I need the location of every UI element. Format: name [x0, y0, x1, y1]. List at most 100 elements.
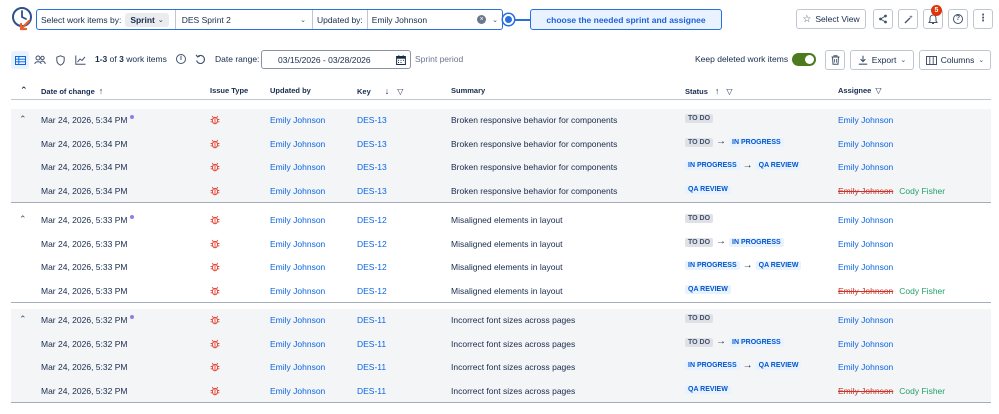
updated-by-link[interactable]: Emily Johnson — [270, 262, 325, 272]
chevron-down-icon: ⌄ — [978, 57, 985, 64]
table-row[interactable]: ⌃ Mar 24, 2026, 5:32 PM Emily Johnson DES-… — [11, 309, 991, 332]
assignee-link[interactable]: Emily Johnson — [838, 139, 893, 149]
status-from-badge: IN PROGRESS — [685, 161, 740, 170]
issue-key-link[interactable]: DES-12 — [357, 262, 387, 272]
share-button[interactable] — [873, 9, 893, 29]
updated-by-select[interactable]: Emily Johnson × ⌄ — [368, 10, 502, 29]
updated-by-link[interactable]: Emily Johnson — [270, 362, 325, 372]
refresh-icon[interactable] — [195, 54, 206, 65]
sprint-selector-chip[interactable]: Sprint ⌄ — [125, 12, 169, 27]
table-row[interactable]: Mar 24, 2026, 5:32 PM Emily Johnson DES-1… — [11, 380, 991, 403]
sort-down-icon[interactable]: ↓ — [385, 86, 390, 96]
updated-by-link[interactable]: Emily Johnson — [270, 186, 325, 196]
updated-by-link[interactable]: Emily Johnson — [270, 315, 325, 325]
status-to-badge: QA REVIEW — [755, 261, 802, 270]
date-cell: Mar 24, 2026, 5:33 PM — [41, 286, 127, 296]
table-row[interactable]: ⌃ Mar 24, 2026, 5:34 PM Emily Johnson DES-… — [11, 109, 991, 132]
assignee-link[interactable]: Emily Johnson — [838, 362, 893, 372]
collapse-group-icon[interactable]: ⌃ — [19, 114, 27, 125]
assignee-link[interactable]: Emily Johnson — [838, 215, 893, 225]
issue-key-link[interactable]: DES-13 — [357, 186, 387, 196]
count-suffix: work items — [126, 54, 167, 64]
column-header-date[interactable]: Date of change ↑ — [41, 86, 103, 96]
work-item-filter-bar: Select work items by: Sprint ⌄ DES Sprin… — [36, 9, 503, 30]
table-view-toggle[interactable] — [11, 51, 29, 69]
table-row[interactable]: Mar 24, 2026, 5:34 PM Emily Johnson DES-1… — [11, 156, 991, 179]
issue-key-link[interactable]: DES-13 — [357, 139, 387, 149]
issue-key-link[interactable]: DES-11 — [357, 339, 386, 349]
select-view-label: Select View — [815, 14, 860, 24]
table-row[interactable]: Mar 24, 2026, 5:33 PM Emily Johnson DES-1… — [11, 280, 991, 303]
magic-wand-button[interactable] — [898, 9, 918, 29]
updated-by-link[interactable]: Emily Johnson — [270, 215, 325, 225]
calendar-icon[interactable] — [396, 54, 406, 65]
assignee-link[interactable]: Emily Johnson — [838, 162, 893, 172]
table-row[interactable]: Mar 24, 2026, 5:33 PM Emily Johnson DES-1… — [11, 233, 991, 256]
column-header-assignee[interactable]: Assignee ▽ — [838, 86, 882, 95]
table-row[interactable]: Mar 24, 2026, 5:34 PM Emily Johnson DES-1… — [11, 180, 991, 203]
arrow-right-icon: → — [742, 159, 753, 171]
updated-by-link[interactable]: Emily Johnson — [270, 162, 325, 172]
assignee-link[interactable]: Emily Johnson — [838, 239, 893, 249]
updated-by-link[interactable]: Emily Johnson — [270, 386, 325, 396]
clear-icon[interactable]: × — [477, 15, 487, 24]
filter-icon[interactable]: ▽ — [397, 87, 403, 96]
table-row[interactable]: Mar 24, 2026, 5:32 PM Emily Johnson DES-1… — [11, 356, 991, 379]
table-row[interactable]: Mar 24, 2026, 5:34 PM Emily Johnson DES-1… — [11, 133, 991, 156]
sprint-select[interactable]: DES Sprint 2 ⌄ — [176, 10, 312, 29]
more-actions-button[interactable]: ⋮ — [973, 9, 993, 29]
sprint-period-link[interactable]: Sprint period — [415, 54, 463, 64]
updated-by-link[interactable]: Emily Johnson — [270, 139, 325, 149]
collapse-group-icon[interactable]: ⌃ — [19, 214, 27, 225]
keep-deleted-toggle[interactable] — [792, 53, 816, 66]
new-assignee[interactable]: Cody Fisher — [899, 286, 945, 296]
date-range-input[interactable]: 03/15/2026 - 03/28/2026 — [261, 50, 411, 69]
issue-key-link[interactable]: DES-11 — [357, 362, 386, 372]
table-row[interactable]: ⌃ Mar 24, 2026, 5:33 PM Emily Johnson DES-… — [11, 209, 991, 232]
column-header-key[interactable]: Key ↓ ▽ — [357, 86, 403, 96]
assignee-link[interactable]: Emily Johnson — [838, 315, 893, 325]
deleted-items-button[interactable] — [825, 50, 845, 70]
assignee-cell: Emily Johnson Cody Fisher — [838, 386, 945, 396]
select-view-button[interactable]: ☆ Select View — [796, 9, 866, 29]
assignee-link[interactable]: Emily Johnson — [838, 115, 893, 125]
updated-by-link[interactable]: Emily Johnson — [270, 286, 325, 296]
table-row[interactable]: Mar 24, 2026, 5:33 PM Emily Johnson DES-1… — [11, 256, 991, 279]
issue-key-link[interactable]: DES-12 — [357, 239, 387, 249]
collapse-all-icon[interactable]: ⌃ — [20, 85, 28, 96]
info-icon[interactable]: i — [176, 54, 186, 64]
status-from-badge: TO DO — [685, 337, 714, 347]
issue-key-link[interactable]: DES-13 — [357, 162, 387, 172]
updated-by-link[interactable]: Emily Johnson — [270, 239, 325, 249]
sort-up-icon[interactable]: ↑ — [99, 86, 104, 96]
new-assignee[interactable]: Cody Fisher — [899, 386, 945, 396]
filter-icon[interactable]: ▽ — [726, 87, 732, 96]
date-range-value: 03/15/2026 - 03/28/2026 — [278, 54, 371, 65]
new-assignee[interactable]: Cody Fisher — [899, 186, 945, 196]
assignee-link[interactable]: Emily Johnson — [838, 262, 893, 272]
trash-icon — [831, 55, 839, 65]
shield-view-toggle[interactable] — [51, 51, 69, 69]
table-header: ⌃ Date of change ↑ Issue Type Updated by… — [11, 82, 991, 100]
updated-by-link[interactable]: Emily Johnson — [270, 339, 325, 349]
column-header-status[interactable]: Status ↑ ▽ — [685, 86, 733, 96]
chart-view-toggle[interactable] — [71, 51, 89, 69]
people-view-toggle[interactable] — [31, 51, 49, 69]
issue-key-link[interactable]: DES-12 — [357, 215, 387, 225]
issue-key-link[interactable]: DES-11 — [357, 315, 386, 325]
date-text: Mar 24, 2026, 5:34 PM — [41, 138, 128, 149]
issue-key-link[interactable]: DES-12 — [357, 286, 387, 296]
app-logo-icon — [12, 7, 32, 31]
updated-by-link[interactable]: Emily Johnson — [270, 115, 325, 125]
columns-button[interactable]: Columns ⌄ — [919, 50, 991, 70]
table-row[interactable]: Mar 24, 2026, 5:32 PM Emily Johnson DES-1… — [11, 333, 991, 356]
issue-key-link[interactable]: DES-11 — [357, 386, 386, 396]
issue-key-link[interactable]: DES-13 — [357, 115, 387, 125]
filter-icon[interactable]: ▽ — [875, 86, 881, 95]
help-button[interactable]: ? — [948, 9, 968, 29]
export-button[interactable]: Export ⌄ — [850, 50, 914, 70]
assignee-link[interactable]: Emily Johnson — [838, 339, 893, 349]
sort-up-icon[interactable]: ↑ — [715, 86, 720, 96]
sprint-select-value: DES Sprint 2 — [181, 14, 231, 25]
collapse-group-icon[interactable]: ⌃ — [19, 314, 27, 325]
